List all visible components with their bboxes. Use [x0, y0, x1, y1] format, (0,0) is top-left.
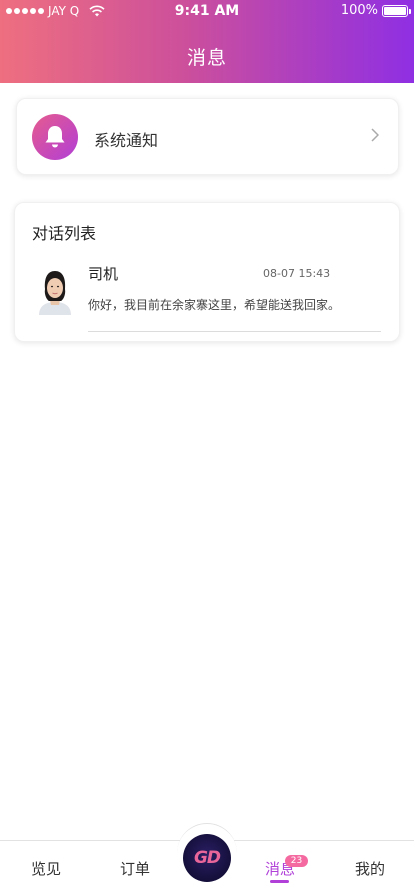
chevron-right-icon	[371, 128, 379, 142]
tab-orders[interactable]: 订单	[120, 858, 150, 879]
active-tab-indicator	[270, 880, 289, 883]
divider	[88, 331, 381, 332]
system-notice-card[interactable]: 系统通知	[16, 98, 399, 175]
conversation-message: 你好，我目前在余家寨这里，希望能送我回家。	[88, 298, 341, 312]
page-title: 消息	[186, 47, 227, 69]
system-notice-label: 系统通知	[94, 131, 159, 150]
avatar	[35, 267, 75, 315]
tab-overview[interactable]: 览见	[31, 858, 61, 879]
conversation-list-title: 对话列表	[32, 224, 97, 243]
conversation-time: 08-07 15:43	[263, 267, 331, 280]
status-right: 100%	[340, 3, 411, 18]
center-logo-button[interactable]: GD	[183, 834, 231, 882]
conversation-list-card: 对话列表 司机 08-07 15:43 你好，我目前在余家寨这里，希望能送我回家…	[14, 202, 400, 342]
header: JAY Q 9:41 AM 100% 消息	[0, 0, 414, 83]
status-bar: JAY Q 9:41 AM 100%	[0, 0, 414, 24]
conversation-name: 司机	[88, 265, 119, 283]
logo-icon: GD	[193, 848, 221, 868]
tab-mine[interactable]: 我的	[355, 858, 385, 879]
battery-percent: 100%	[340, 3, 378, 18]
battery-icon	[382, 4, 411, 17]
conversation-item[interactable]: 司机 08-07 15:43 你好，我目前在余家寨这里，希望能送我回家。	[31, 259, 385, 332]
bell-icon	[32, 114, 78, 160]
unread-badge: 23	[285, 855, 308, 867]
